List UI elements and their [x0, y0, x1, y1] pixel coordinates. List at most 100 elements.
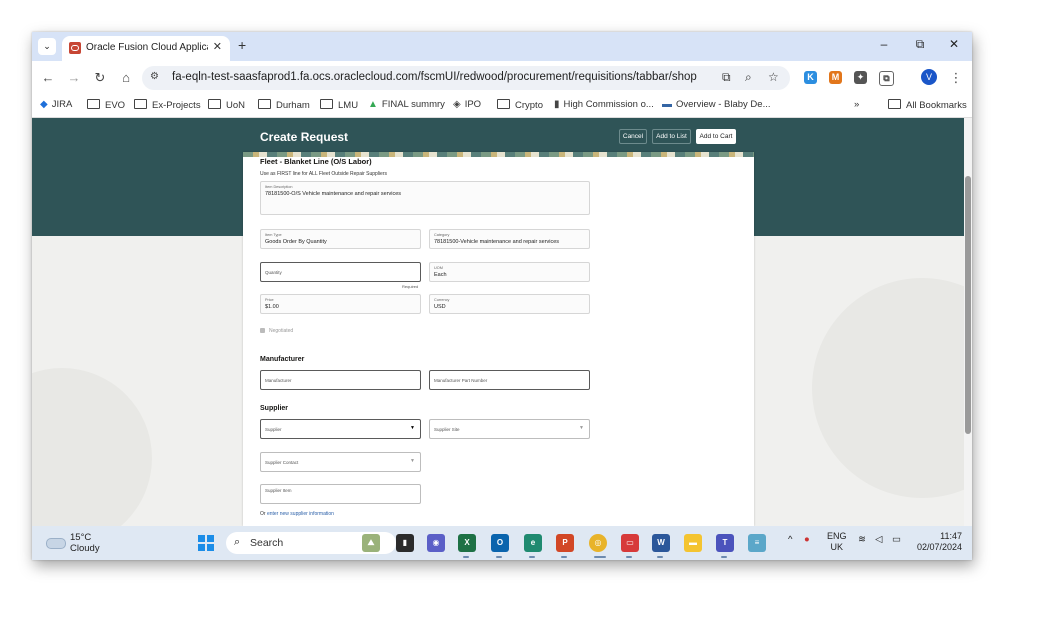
folder-icon: [208, 99, 221, 109]
background-decoration: [812, 278, 972, 498]
new-supplier-link[interactable]: Or enter new supplier information: [260, 511, 334, 517]
show-hidden-icons-icon[interactable]: ^: [788, 534, 792, 545]
new-tab-button[interactable]: +: [238, 37, 246, 53]
bookmark-durham[interactable]: Durham: [258, 99, 310, 111]
reload-icon[interactable]: ↻: [92, 70, 108, 86]
volume-icon[interactable]: ◁: [875, 534, 882, 545]
bookmark-crypto[interactable]: Crypto: [497, 99, 543, 111]
all-bookmarks[interactable]: All Bookmarks: [888, 99, 967, 111]
add-to-list-button[interactable]: Add to List: [652, 129, 691, 144]
start-button[interactable]: [198, 535, 214, 551]
system-clock[interactable]: 11:47 02/07/2024: [912, 531, 962, 553]
quantity-required-hint: Required: [402, 284, 419, 289]
bookmark-jira[interactable]: ◆ JIRA: [40, 99, 72, 110]
running-indicator: [626, 556, 632, 558]
teams-chat-icon[interactable]: ◉: [427, 534, 445, 552]
bookmark-star-icon[interactable]: ☆: [768, 70, 779, 84]
excel-icon[interactable]: X: [458, 534, 476, 552]
background-decoration: [32, 368, 152, 526]
add-to-cart-button[interactable]: Add to Cart: [696, 129, 736, 144]
restore-button[interactable]: ⧉: [910, 37, 930, 52]
running-indicator: [561, 556, 567, 558]
page-title: Create Request: [260, 130, 349, 144]
tab-oracle-fusion[interactable]: Oracle Fusion Cloud Applicatio ✕: [62, 36, 230, 61]
supplier-item-input[interactable]: Supplier Item: [260, 484, 421, 504]
manufacturer-part-number-input[interactable]: Manufacturer Part Number: [429, 370, 590, 390]
home-icon[interactable]: ⌂: [118, 70, 134, 85]
bookmark-lmu[interactable]: LMU: [320, 99, 358, 111]
running-indicator: [529, 556, 535, 558]
teams-icon[interactable]: T: [716, 534, 734, 552]
cast-icon[interactable]: ⧉: [722, 70, 731, 85]
jira-icon: ◆: [40, 99, 48, 110]
page-viewport: Create Request Cancel Add to List Add to…: [32, 118, 972, 526]
powerpoint-icon[interactable]: P: [556, 534, 574, 552]
extensions-icon[interactable]: ⧉: [879, 71, 894, 86]
quantity-input[interactable]: Quantity: [260, 262, 421, 282]
blaby-icon: ▬: [662, 99, 672, 110]
notepad-icon[interactable]: ≡: [748, 534, 766, 552]
supplier-contact-select[interactable]: Supplier Contact ▼: [260, 452, 421, 472]
running-indicator: [657, 556, 663, 558]
bookmark-high-commission[interactable]: ▮ High Commission o...: [554, 99, 654, 110]
url-text: fa-eqln-test-saasfaprod1.fa.ocs.oraclecl…: [172, 71, 697, 83]
chevron-down-icon: ▼: [410, 425, 415, 431]
running-indicator: [463, 556, 469, 558]
folder-icon: [258, 99, 271, 109]
cloud-icon[interactable]: [46, 538, 66, 549]
bookmark-final-summry[interactable]: ▲ FINAL summry: [368, 99, 445, 110]
oracle-app-icon[interactable]: ▭: [621, 534, 639, 552]
bookmarks-bar: ◆ JIRA EVO Ex-Projects UoN Durham LMU ▲ FI…: [32, 95, 972, 118]
more-menu-icon[interactable]: ⋮: [948, 70, 964, 86]
chrome-icon[interactable]: ◎: [589, 534, 607, 552]
battery-icon[interactable]: ▭: [892, 534, 901, 545]
manufacturer-input[interactable]: Manufacturer: [260, 370, 421, 390]
browser-window: ⌄ Oracle Fusion Cloud Applicatio ✕ + – ⧉…: [32, 32, 972, 560]
outlook-icon[interactable]: O: [491, 534, 509, 552]
word-icon[interactable]: W: [652, 534, 670, 552]
running-indicator: [496, 556, 502, 558]
negotiated-checkbox[interactable]: [260, 328, 265, 333]
address-bar[interactable]: ⚙ fa-eqln-test-saasfaprod1.fa.ocs.oracle…: [142, 66, 790, 90]
bookmark-ex-projects[interactable]: Ex-Projects: [134, 99, 201, 111]
site-info-icon[interactable]: ⚙: [150, 71, 159, 82]
more-bookmarks-button[interactable]: »: [854, 99, 859, 110]
negotiated-label: Negotiated: [269, 328, 294, 334]
k-extension-icon[interactable]: K: [804, 71, 817, 84]
bookmark-evo[interactable]: EVO: [87, 99, 125, 111]
close-window-button[interactable]: ✕: [944, 37, 964, 51]
search-icon: ⌕: [234, 536, 241, 548]
oracle-favicon-icon: [69, 42, 81, 54]
close-tab-icon[interactable]: ✕: [213, 40, 222, 53]
currency-field: Currency USD: [429, 294, 590, 314]
bookmark-overview-blaby[interactable]: ▬ Overview - Blaby De...: [662, 99, 771, 110]
running-indicator: [594, 556, 606, 558]
bookmark-ipo[interactable]: ◈ IPO: [453, 99, 481, 110]
cancel-button[interactable]: Cancel: [619, 129, 647, 144]
running-indicator: [721, 556, 727, 558]
metamask-extension-icon[interactable]: M: [829, 71, 842, 84]
back-arrow-icon[interactable]: ←: [40, 70, 56, 85]
file-explorer-icon[interactable]: ▬: [684, 534, 702, 552]
task-view-icon[interactable]: ▮: [396, 534, 414, 552]
tab-strip: ⌄ Oracle Fusion Cloud Applicatio ✕ + – ⧉…: [32, 32, 972, 61]
language-indicator[interactable]: ENG UK: [827, 531, 847, 553]
bookmark-uon[interactable]: UoN: [208, 99, 245, 111]
wifi-icon[interactable]: ≋: [858, 534, 866, 545]
edge-icon[interactable]: e: [524, 534, 542, 552]
tab-search-button[interactable]: ⌄: [38, 38, 56, 55]
weather-widget[interactable]: 15°C Cloudy: [70, 532, 100, 554]
page-header-band-right: [754, 118, 972, 236]
forward-arrow-icon[interactable]: →: [66, 70, 82, 85]
supplier-site-select[interactable]: Supplier Site ▼: [429, 419, 590, 439]
google-drive-icon: ▲: [368, 99, 378, 110]
tray-app-icon[interactable]: ●: [804, 534, 810, 545]
profile-avatar[interactable]: V: [921, 69, 937, 85]
puzzle-extension-icon[interactable]: ✦: [854, 71, 867, 84]
minimize-button[interactable]: –: [874, 37, 894, 51]
zoom-icon[interactable]: ⌕: [745, 70, 752, 85]
page-scrollbar-thumb[interactable]: [965, 176, 971, 434]
chevron-down-icon: ▼: [410, 458, 415, 464]
search-highlight-icon[interactable]: ⛰: [362, 534, 380, 552]
supplier-select[interactable]: Supplier ▼: [260, 419, 421, 439]
